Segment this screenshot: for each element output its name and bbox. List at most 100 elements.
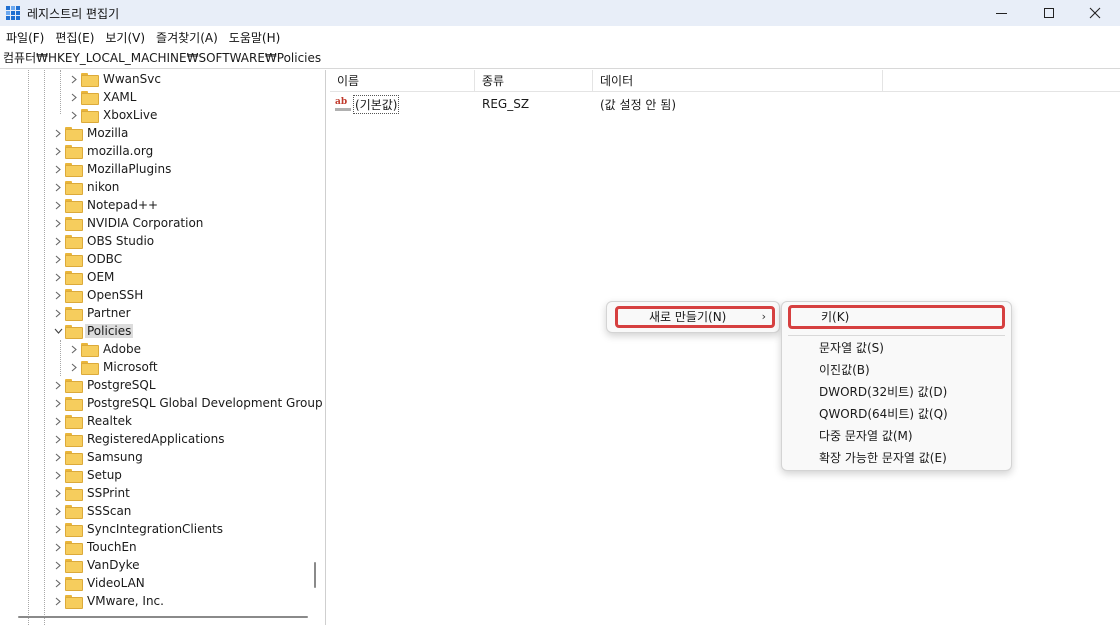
chevron-right-icon[interactable] <box>51 268 65 286</box>
menu-item-new[interactable]: 새로 만들기(N) › <box>615 306 775 328</box>
tree-item[interactable]: Samsung <box>51 448 145 466</box>
tree-item[interactable]: Notepad++ <box>51 196 160 214</box>
folder-icon <box>65 325 83 339</box>
chevron-right-icon[interactable] <box>51 466 65 484</box>
tree-item[interactable]: RegisteredApplications <box>51 430 226 448</box>
column-header-data[interactable]: 데이터 <box>593 70 883 92</box>
chevron-right-icon[interactable] <box>51 376 65 394</box>
chevron-right-icon[interactable] <box>51 304 65 322</box>
chevron-right-icon[interactable] <box>51 124 65 142</box>
registry-key-tree[interactable]: WwanSvc XAML XboxLive Mozilla mozilla.org Moz… <box>0 70 326 625</box>
tree-item[interactable]: VanDyke <box>51 556 141 574</box>
tree-item-label: NVIDIA Corporation <box>87 216 204 230</box>
chevron-right-icon[interactable] <box>51 538 65 556</box>
tree-item[interactable]: PostgreSQL <box>51 376 158 394</box>
close-button[interactable] <box>1072 0 1118 26</box>
tree-item[interactable]: OpenSSH <box>51 286 145 304</box>
column-header-type[interactable]: 종류 <box>475 70 593 92</box>
chevron-right-icon[interactable] <box>51 502 65 520</box>
tree-item[interactable]: Realtek <box>51 412 134 430</box>
submenu-item-expandable-string-value[interactable]: 확장 가능한 문자열 값(E) <box>782 447 1011 469</box>
submenu-item-key[interactable]: 키(K) <box>788 305 1005 329</box>
chevron-right-icon[interactable] <box>51 484 65 502</box>
menu-file[interactable]: 파일(F) <box>3 29 52 46</box>
tree-item-label: Adobe <box>103 342 141 356</box>
chevron-right-icon[interactable] <box>51 592 65 610</box>
tree-item[interactable]: PostgreSQL Global Development Group <box>51 394 325 412</box>
tree-item[interactable]: VideoLAN <box>51 574 147 592</box>
tree-item-label: VMware, Inc. <box>87 594 164 608</box>
tree-item[interactable]: TouchEn <box>51 538 139 556</box>
chevron-right-icon[interactable] <box>51 574 65 592</box>
chevron-right-icon[interactable] <box>67 358 81 376</box>
chevron-right-icon[interactable] <box>51 142 65 160</box>
folder-icon <box>81 343 99 357</box>
folder-icon <box>65 559 83 573</box>
value-row[interactable]: ab (기본값) REG_SZ (값 설정 안 됨) <box>330 94 1120 114</box>
tree-item[interactable]: OEM <box>51 268 116 286</box>
chevron-right-icon[interactable] <box>67 340 81 358</box>
tree-item[interactable]: SSPrint <box>51 484 132 502</box>
tree-item[interactable]: Partner <box>51 304 133 322</box>
folder-icon <box>81 91 99 105</box>
submenu-item-multi-string-value[interactable]: 다중 문자열 값(M) <box>782 425 1011 447</box>
submenu-item-string-value[interactable]: 문자열 값(S) <box>782 337 1011 359</box>
chevron-right-icon <box>51 196 65 214</box>
menu-item-new-label: 새로 만들기(N) <box>649 310 727 324</box>
tree-item[interactable]: mozilla.org <box>51 142 155 160</box>
tree-horizontal-scrollbar[interactable] <box>18 616 308 618</box>
chevron-right-icon[interactable] <box>51 412 65 430</box>
tree-item[interactable]: OBS Studio <box>51 232 156 250</box>
chevron-right-icon[interactable] <box>51 286 65 304</box>
chevron-right-icon[interactable] <box>51 394 65 412</box>
tree-item[interactable]: SyncIntegrationClients <box>51 520 225 538</box>
maximize-icon <box>1044 8 1054 18</box>
list-header: 이름 종류 데이터 <box>330 70 1120 92</box>
tree-item[interactable]: XboxLive <box>67 106 159 124</box>
menu-help[interactable]: 도움말(H) <box>226 29 289 46</box>
tree-item-label: Realtek <box>87 414 132 428</box>
chevron-right-icon[interactable] <box>51 520 65 538</box>
chevron-right-icon[interactable] <box>51 556 65 574</box>
tree-item[interactable]: ODBC <box>51 250 124 268</box>
menu-edit[interactable]: 편집(E) <box>52 29 102 46</box>
tree-item[interactable]: Setup <box>51 466 124 484</box>
address-bar[interactable]: 컴퓨터₩HKEY_LOCAL_MACHINE₩SOFTWARE₩Policies <box>0 49 1120 69</box>
tree-item[interactable]: NVIDIA Corporation <box>51 214 205 232</box>
folder-icon <box>65 433 83 447</box>
tree-item-label: SSScan <box>87 504 132 518</box>
tree-item[interactable]: Policies <box>51 322 134 340</box>
chevron-right-icon[interactable] <box>51 178 65 196</box>
chevron-right-icon[interactable] <box>67 70 81 88</box>
menu-view[interactable]: 보기(V) <box>102 29 153 46</box>
menu-favorites[interactable]: 즐겨찾기(A) <box>153 29 226 46</box>
chevron-right-icon[interactable] <box>51 160 65 178</box>
tree-item[interactable]: Mozilla <box>51 124 130 142</box>
tree-item[interactable]: Microsoft <box>67 358 160 376</box>
tree-item[interactable]: SSScan <box>51 502 133 520</box>
chevron-right-icon[interactable] <box>51 448 65 466</box>
column-header-name[interactable]: 이름 <box>330 70 475 92</box>
maximize-button[interactable] <box>1026 0 1072 26</box>
minimize-button[interactable] <box>978 0 1024 26</box>
chevron-right-icon[interactable] <box>51 214 65 232</box>
folder-icon <box>65 523 83 537</box>
tree-vertical-scrollbar[interactable] <box>314 562 316 588</box>
tree-item[interactable]: WwanSvc <box>67 70 163 88</box>
tree-item[interactable]: Adobe <box>67 340 143 358</box>
submenu-item-qword-value[interactable]: QWORD(64비트) 값(Q) <box>782 403 1011 425</box>
chevron-right-icon[interactable] <box>51 250 65 268</box>
chevron-down-icon[interactable] <box>51 322 65 340</box>
tree-item[interactable]: VMware, Inc. <box>51 592 166 610</box>
tree-item[interactable]: XAML <box>67 88 138 106</box>
folder-icon <box>65 217 83 231</box>
folder-icon <box>65 199 83 213</box>
tree-item[interactable]: nikon <box>51 178 121 196</box>
tree-item[interactable]: MozillaPlugins <box>51 160 173 178</box>
submenu-item-dword-value[interactable]: DWORD(32비트) 값(D) <box>782 381 1011 403</box>
folder-icon <box>65 451 83 465</box>
submenu-item-binary-value[interactable]: 이진값(B) <box>782 359 1011 381</box>
new-submenu: 키(K) 문자열 값(S) 이진값(B) DWORD(32비트) 값(D) QW… <box>781 301 1012 471</box>
tree-item-label: VanDyke <box>87 558 140 572</box>
tree-guide-line <box>28 70 29 625</box>
